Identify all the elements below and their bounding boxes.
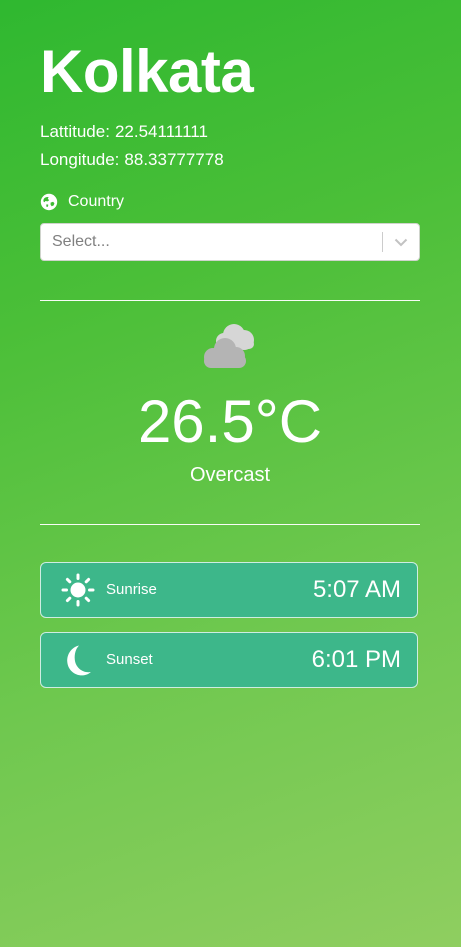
sunset-time: 6:01 PM — [311, 646, 401, 673]
country-select-placeholder: Select... — [52, 233, 110, 250]
divider — [40, 524, 420, 525]
globe-icon — [40, 193, 58, 211]
country-select[interactable]: Select... — [40, 223, 420, 261]
country-label: Country — [40, 192, 124, 212]
sunrise-card: Sunrise 5:07 AM — [40, 562, 418, 618]
latitude-row: Lattitude: 22.54111111 — [40, 118, 224, 146]
moon-icon — [67, 645, 91, 676]
sunset-card: Sunset 6:01 PM — [40, 632, 418, 688]
city-name: Kolkata — [40, 38, 254, 105]
sunrise-label: Sunrise — [106, 581, 157, 598]
longitude-row: Longitude: 88.33777778 — [40, 146, 224, 174]
divider — [40, 300, 420, 301]
sunrise-time: 5:07 AM — [312, 576, 401, 603]
latitude-value: 22.54111111 — [114, 122, 208, 141]
weather-condition: Overcast — [189, 464, 271, 486]
country-label-text: Country — [68, 193, 125, 210]
sun-icon — [61, 573, 95, 607]
chevron-down-icon — [394, 238, 408, 246]
cloud-icon — [204, 324, 254, 368]
sunset-label: Sunset — [106, 651, 153, 668]
temperature: 26.5°C — [137, 388, 323, 455]
longitude-value: 88.33777778 — [124, 150, 224, 169]
dropdown-indicator[interactable] — [383, 224, 419, 260]
longitude-label: Longitude: — [40, 150, 120, 169]
coordinates: Lattitude: 22.54111111 Longitude: 88.337… — [40, 118, 224, 174]
latitude-label: Lattitude: — [40, 122, 110, 141]
